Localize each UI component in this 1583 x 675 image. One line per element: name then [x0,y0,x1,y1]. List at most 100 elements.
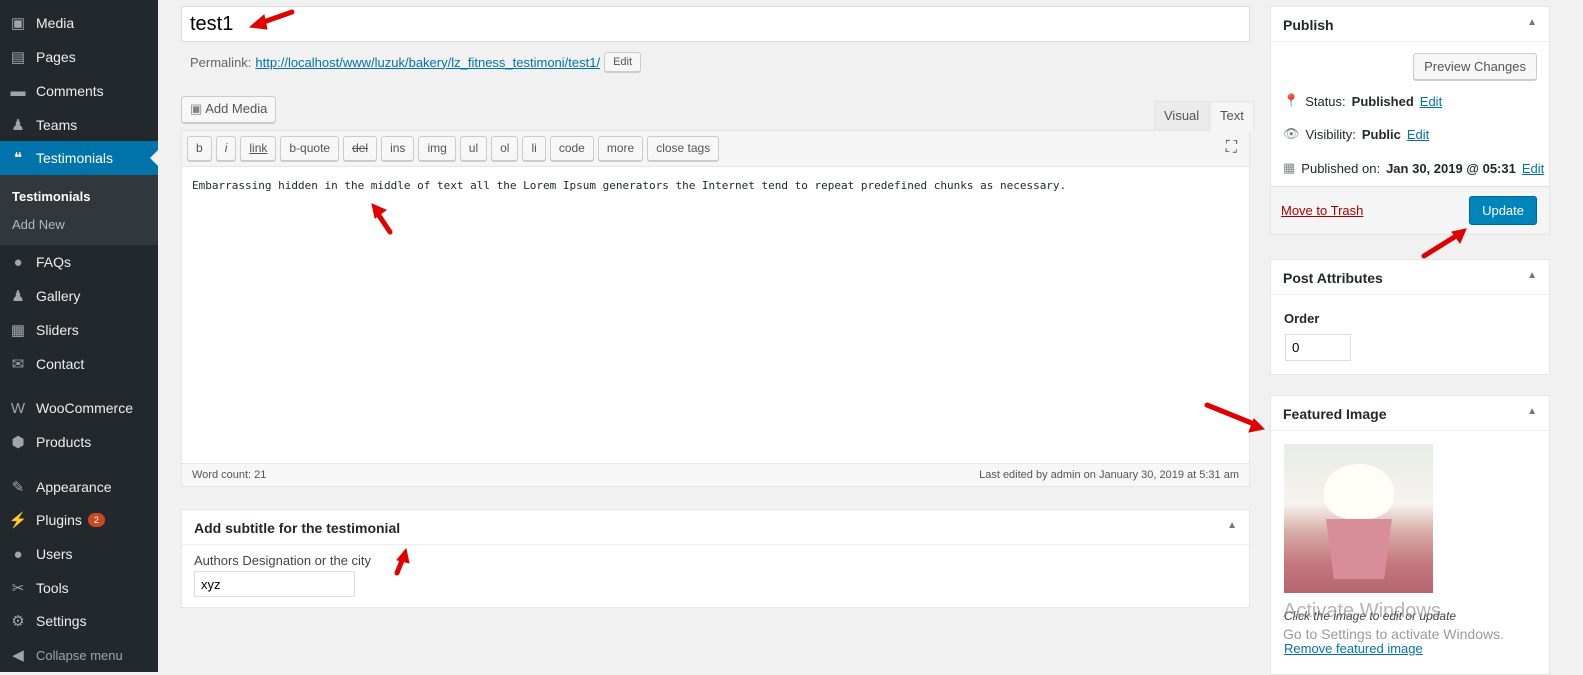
date-edit-link[interactable]: Edit [1522,161,1544,176]
submenu-testimonials[interactable]: Testimonials [12,189,91,204]
sidebar-item-label: Testimonials [36,150,114,166]
sidebar-item-label: Settings [36,613,87,629]
products-icon: ⬢ [11,434,25,451]
appearance-icon: ✎ [11,479,25,496]
eye-icon: 👁 [1283,126,1300,141]
editor: b i link b-quote del ins img ul ol li code more clos… [181,130,1250,487]
sidebar-item-tools[interactable]: ✂ Tools [0,571,158,605]
windows-watermark: Activate Windows [1283,600,1441,622]
media-icon: ▣ [10,15,26,32]
sidebar-item-appearance[interactable]: ✎ Appearance [0,470,158,504]
settings-icon: ⚙ [11,613,25,630]
sidebar-item-label: Users [36,546,73,562]
status-value: Published [1351,93,1414,109]
sidebar-item-pages[interactable]: ▤ Pages [0,40,158,74]
sidebar-item-label: Pages [36,49,76,65]
publish-actions: Move to Trash Update [1271,186,1549,234]
sidebar-item-settings[interactable]: ⚙ Settings [0,604,158,638]
sidebar-item-label: Appearance [36,479,112,495]
sidebar-item-sliders[interactable]: ▦ Sliders [0,313,158,347]
quicktag-ol-button[interactable]: ol [491,136,519,161]
order-input[interactable] [1285,334,1351,361]
featured-header[interactable]: Featured Image ▲ [1271,396,1549,431]
quicktag-i-button[interactable]: i [215,136,237,161]
quicktag-li-button[interactable]: li [522,136,546,161]
featured-title: Featured Image [1283,406,1387,422]
sidebar-item-label: Teams [36,117,78,133]
publish-header[interactable]: Publish ▲ [1271,7,1549,42]
collapse-arrow-icon[interactable]: ▲ [1227,520,1237,534]
status-label: Status: [1305,93,1346,109]
submenu-add-new[interactable]: Add New [12,217,65,232]
fullscreen-icon[interactable]: ⛶ [1226,139,1237,157]
preview-changes-button[interactable]: Preview Changes [1413,53,1537,80]
attributes-header[interactable]: Post Attributes ▲ [1271,260,1549,295]
sidebar-item-products[interactable]: ⬢ Products [0,425,158,459]
sidebar-item-label: Comments [36,83,104,99]
subtitle-box-title: Add subtitle for the testimonial [194,520,401,536]
designation-input[interactable] [194,571,355,597]
visibility-edit-link[interactable]: Edit [1407,127,1429,142]
sidebar-item-contact[interactable]: ✉ Contact [0,347,158,381]
pages-icon: ▤ [10,49,26,66]
published-label: Published on: [1301,160,1381,176]
quicktag-link-button[interactable]: link [240,136,277,161]
sidebar-item-testimonials[interactable]: ❝ Testimonials [0,141,158,175]
content-textarea[interactable]: Embarrassing hidden in the middle of tex… [182,167,1249,465]
add-media-label: Add Media [205,101,268,116]
permalink-row: Permalink: http://localhost/www/luzuk/ba… [190,52,642,72]
sidebar-item-label: Collapse menu [36,647,123,663]
quicktag-more-button[interactable]: more [597,136,644,161]
woocommerce-icon: W [10,399,26,417]
status-edit-link[interactable]: Edit [1420,94,1442,109]
word-count: Word count: 21 [192,469,267,481]
subtitle-box-header[interactable]: Add subtitle for the testimonial ▲ [182,510,1249,545]
plugins-update-badge: 2 [87,513,105,527]
arrow-update [1421,233,1459,259]
collapse-arrow-icon[interactable]: ▲ [1527,406,1537,420]
permalink-link[interactable]: http://localhost/www/luzuk/bakery/lz_fit… [255,55,600,70]
update-button[interactable]: Update [1469,196,1537,225]
collapse-icon: ◀ [12,647,24,664]
collapse-arrow-icon[interactable]: ▲ [1527,17,1537,31]
add-media-button[interactable]: ▣ Add Media [181,96,277,123]
sidebar-item-plugins[interactable]: ⚡ Plugins 2 [0,503,158,537]
visibility-label: Visibility: [1305,126,1356,142]
tab-text[interactable]: Text [1210,101,1254,131]
featured-image-thumbnail[interactable] [1284,444,1433,593]
faqs-icon: ● [13,253,23,271]
sidebar-item-comments[interactable]: ▬ Comments [0,74,158,108]
quicktag-close-tags-button[interactable]: close tags [647,136,720,161]
windows-watermark-sub: Go to Settings to activate Windows. [1283,626,1504,642]
move-to-trash-link[interactable]: Move to Trash [1281,203,1363,218]
quicktag-img-button[interactable]: img [418,136,456,161]
last-edited: Last edited by admin on January 30, 2019… [979,469,1239,481]
sliders-icon: ▦ [10,322,26,339]
users-icon: ● [13,545,23,563]
quicktag-del-button[interactable]: del [343,136,378,161]
sidebar-item-collapse-menu[interactable]: ◀ Collapse menu [0,638,158,672]
subtitle-box: Add subtitle for the testimonial ▲ Author… [181,509,1250,608]
sidebar-item-label: Contact [36,356,85,372]
sidebar-item-faqs[interactable]: ● FAQs [0,245,158,279]
sidebar-item-teams[interactable]: ♟ Teams [0,108,158,142]
sidebar-item-label: Plugins [36,512,82,528]
post-title-input[interactable] [181,6,1250,42]
visibility-value: Public [1361,126,1401,142]
quicktag-b-quote-button[interactable]: b-quote [280,136,340,161]
sidebar-item-users[interactable]: ● Users [0,537,158,571]
permalink-edit-button[interactable]: Edit [604,52,642,72]
collapse-arrow-icon[interactable]: ▲ [1527,270,1537,284]
sidebar-item-woocommerce[interactable]: W WooCommerce [0,391,158,425]
quicktag-b-button[interactable]: b [187,136,212,161]
remove-featured-image-link[interactable]: Remove featured image [1284,641,1423,656]
sidebar-item-media[interactable]: ▣ Media [0,6,158,40]
sidebar-item-gallery[interactable]: ♟ Gallery [0,279,158,313]
quicktag-ul-button[interactable]: ul [459,136,488,161]
pin-icon: 📍 [1283,93,1300,108]
sidebar-item-label: WooCommerce [36,400,133,416]
admin-sidebar: Testimonials Add New ▣ Media ▤ Pages ▬ Commen… [0,0,158,672]
quicktag-ins-button[interactable]: ins [381,136,415,161]
tab-visual[interactable]: Visual [1154,101,1210,131]
quicktag-code-button[interactable]: code [549,136,594,161]
